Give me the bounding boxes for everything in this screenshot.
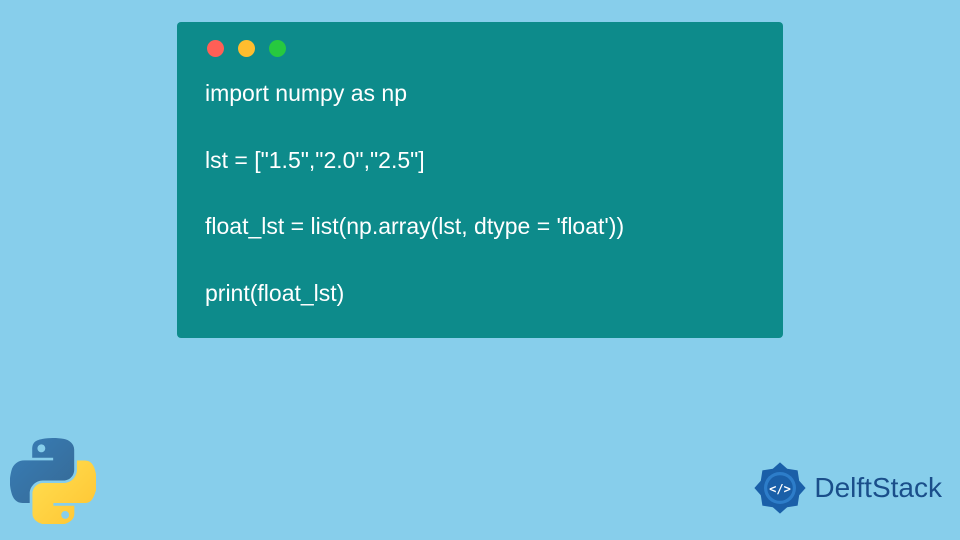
maximize-icon xyxy=(269,40,286,57)
close-icon xyxy=(207,40,224,57)
code-line-5: float_lst = list(np.array(lst, dtype = '… xyxy=(205,213,624,239)
code-window: import numpy as np lst = ["1.5","2.0","2… xyxy=(177,22,783,338)
code-block: import numpy as np lst = ["1.5","2.0","2… xyxy=(205,77,755,310)
code-line-1: import numpy as np xyxy=(205,80,407,106)
code-line-7: print(float_lst) xyxy=(205,280,344,306)
python-logo-icon xyxy=(10,438,96,524)
delftstack-logo: </> DelftStack xyxy=(752,460,942,516)
minimize-icon xyxy=(238,40,255,57)
delftstack-badge-icon: </> xyxy=(752,460,808,516)
delftstack-brand-text: DelftStack xyxy=(814,472,942,504)
code-line-3: lst = ["1.5","2.0","2.5"] xyxy=(205,147,425,173)
svg-text:</>: </> xyxy=(770,482,792,496)
window-controls xyxy=(205,40,755,57)
